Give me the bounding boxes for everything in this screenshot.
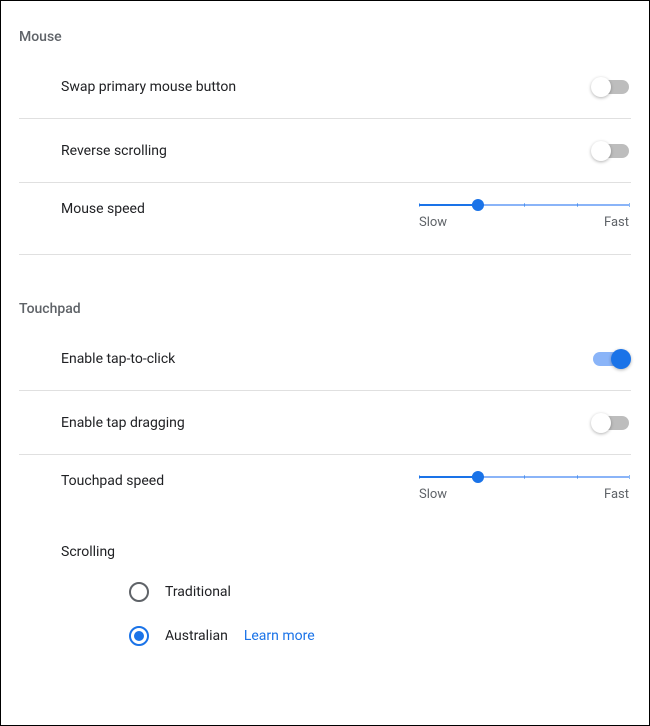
swap-primary-toggle[interactable] (593, 80, 629, 94)
tap-to-click-toggle[interactable] (593, 352, 629, 366)
touchpad-speed-slow-label: Slow (419, 487, 447, 502)
scrolling-option-australian[interactable]: Australian Learn more (19, 614, 631, 658)
touchpad-section-title: Touchpad (19, 301, 631, 317)
swap-primary-row: Swap primary mouse button (19, 55, 631, 119)
tap-dragging-label: Enable tap dragging (61, 415, 185, 431)
tap-to-click-label: Enable tap-to-click (61, 351, 175, 367)
mouse-speed-slow-label: Slow (419, 215, 447, 230)
tap-to-click-row: Enable tap-to-click (19, 327, 631, 391)
radio-australian-label: Australian (165, 628, 228, 644)
touchpad-speed-row: Touchpad speed Slow Fast (19, 455, 631, 526)
scrolling-subheading: Scrolling (19, 526, 631, 570)
scrolling-option-traditional[interactable]: Traditional (19, 570, 631, 614)
mouse-speed-label: Mouse speed (61, 199, 145, 217)
radio-traditional[interactable] (129, 582, 149, 602)
reverse-scroll-toggle[interactable] (593, 144, 629, 158)
mouse-speed-slider[interactable] (419, 199, 629, 211)
touchpad-speed-slider[interactable] (419, 471, 629, 483)
reverse-scroll-row: Reverse scrolling (19, 119, 631, 183)
touchpad-speed-label: Touchpad speed (61, 471, 164, 489)
swap-primary-label: Swap primary mouse button (61, 79, 236, 95)
reverse-scroll-label: Reverse scrolling (61, 143, 167, 159)
mouse-speed-fast-label: Fast (604, 215, 629, 230)
radio-australian[interactable] (129, 626, 149, 646)
learn-more-link[interactable]: Learn more (244, 628, 315, 644)
tap-dragging-toggle[interactable] (593, 416, 629, 430)
mouse-section-title: Mouse (19, 29, 631, 45)
mouse-speed-row: Mouse speed Slow Fast (19, 183, 631, 255)
radio-traditional-label: Traditional (165, 584, 231, 600)
touchpad-speed-fast-label: Fast (604, 487, 629, 502)
tap-dragging-row: Enable tap dragging (19, 391, 631, 455)
